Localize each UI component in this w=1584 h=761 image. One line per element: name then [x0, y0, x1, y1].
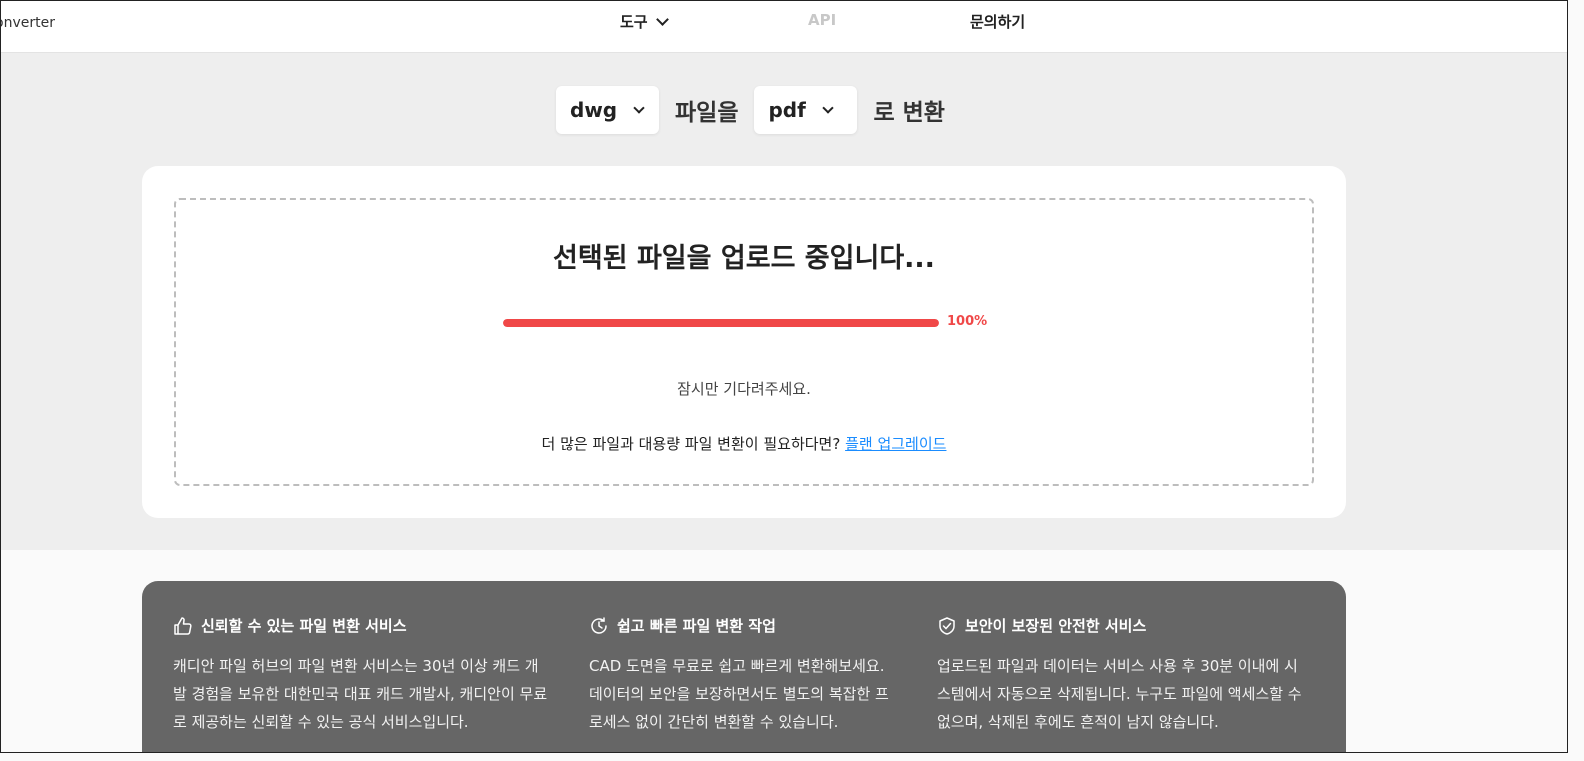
- feature-heading: 보안이 보장된 안전한 서비스: [937, 615, 1327, 636]
- convert-label-text: 로 변환: [873, 100, 945, 126]
- nav-tools-menu[interactable]: 도구: [620, 11, 669, 32]
- target-format-select[interactable]: pdf: [754, 86, 858, 134]
- feature-trusted-service: 신뢰할 수 있는 파일 변환 서비스 캐디안 파일 허브의 파일 변환 서비스는…: [173, 615, 563, 736]
- brand-logo-text[interactable]: onverter: [1, 15, 55, 31]
- chevron-down-icon: [822, 101, 834, 114]
- nav-api-label: API: [808, 11, 837, 29]
- feature-line: 캐디안 파일 허브의 파일 변환 서비스는 30년 이상 캐드 개: [173, 657, 539, 675]
- feature-line: 데이터의 보안을 보장하면서도 별도의 복잡한 프: [589, 685, 889, 703]
- feature-title: 쉽고 빠른 파일 변환 작업: [617, 617, 776, 635]
- upload-progress-bar: [503, 319, 939, 327]
- feature-line: 로세스 없이 간단히 변환할 수 있습니다.: [589, 713, 839, 731]
- nav-contact-label: 문의하기: [970, 13, 1026, 31]
- top-navigation: onverter 도구 API 문의하기: [1, 1, 1567, 53]
- feature-fast-conversion: 쉽고 빠른 파일 변환 작업 CAD 도면을 무료로 쉽고 빠르게 변환해보세요…: [589, 615, 909, 736]
- nav-api-link[interactable]: API: [808, 11, 836, 29]
- feature-title: 보안이 보장된 안전한 서비스: [965, 617, 1147, 635]
- upload-dropzone[interactable]: 선택된 파일을 업로드 중입니다... 100% 잠시만 기다려주세요. 더 많…: [174, 198, 1314, 486]
- chevron-down-icon: [655, 12, 669, 26]
- feature-line: 없으며, 삭제된 후에도 흔적이 남지 않습니다.: [937, 713, 1219, 731]
- fast-clock-icon: [591, 616, 607, 634]
- page-frame: onverter 도구 API 문의하기 dwg 파일을 pdf 로 변환 선택…: [0, 0, 1568, 753]
- target-format-value: pdf: [768, 98, 806, 122]
- upgrade-prompt: 더 많은 파일과 대용량 파일 변환이 필요하다면? 플랜 업그레이드: [176, 433, 1312, 454]
- format-selector-row: dwg 파일을 pdf 로 변환: [556, 86, 945, 134]
- wait-message: 잠시만 기다려주세요.: [677, 380, 811, 398]
- nav-tools-label: 도구: [620, 13, 648, 31]
- upload-status-title: 선택된 파일을 업로드 중입니다...: [553, 243, 935, 274]
- feature-line: 스템에서 자동으로 삭제됩니다. 누구도 파일에 액세스할 수: [937, 685, 1302, 703]
- shield-check-icon: [939, 616, 955, 635]
- feature-line: 발 경험을 보유한 대한민국 대표 캐드 개발사, 캐디안이 무료: [173, 685, 548, 703]
- feature-line: 업로드된 파일과 데이터는 서비스 사용 후 30분 이내에 시: [937, 657, 1298, 675]
- feature-heading: 쉽고 빠른 파일 변환 작업: [589, 615, 909, 636]
- feature-line: CAD 도면을 무료로 쉽고 빠르게 변환해보세요.: [589, 657, 885, 675]
- feature-heading: 신뢰할 수 있는 파일 변환 서비스: [173, 615, 563, 636]
- feature-secure-service: 보안이 보장된 안전한 서비스 업로드된 파일과 데이터는 서비스 사용 후 3…: [937, 615, 1327, 736]
- converter-section: dwg 파일을 pdf 로 변환 선택된 파일을 업로드 중입니다... 100…: [1, 53, 1567, 550]
- thumbs-up-icon: [174, 616, 192, 635]
- nav-contact-link[interactable]: 문의하기: [970, 11, 1025, 32]
- upload-card: 선택된 파일을 업로드 중입니다... 100% 잠시만 기다려주세요. 더 많…: [142, 166, 1346, 518]
- feature-description: 캐디안 파일 허브의 파일 변환 서비스는 30년 이상 캐드 개 발 경험을 …: [173, 652, 563, 736]
- chevron-down-icon: [633, 101, 645, 114]
- feature-description: 업로드된 파일과 데이터는 서비스 사용 후 30분 이내에 시 스템에서 자동…: [937, 652, 1327, 736]
- plan-upgrade-link[interactable]: 플랜 업그레이드: [845, 435, 946, 453]
- feature-description: CAD 도면을 무료로 쉽고 빠르게 변환해보세요. 데이터의 보안을 보장하면…: [589, 652, 909, 736]
- upgrade-prompt-text: 더 많은 파일과 대용량 파일 변환이 필요하다면?: [541, 435, 841, 453]
- feature-title: 신뢰할 수 있는 파일 변환 서비스: [201, 617, 407, 635]
- features-panel: 신뢰할 수 있는 파일 변환 서비스 캐디안 파일 허브의 파일 변환 서비스는…: [142, 581, 1346, 752]
- source-format-select[interactable]: dwg: [556, 86, 659, 134]
- upload-progress-percent: 100%: [947, 314, 988, 329]
- feature-line: 로 제공하는 신뢰할 수 있는 공식 서비스입니다.: [173, 713, 469, 731]
- source-format-value: dwg: [570, 98, 618, 122]
- file-label-text: 파일을: [675, 100, 739, 126]
- upload-progress-fill: [503, 319, 939, 327]
